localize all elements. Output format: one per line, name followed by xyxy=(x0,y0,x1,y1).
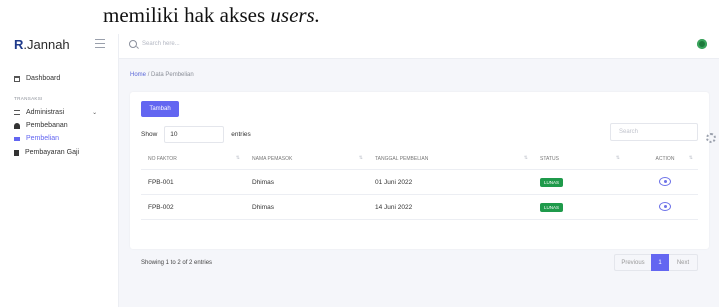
data-table: NO FAKTOR ⇅ NAMA PEMASOK ⇅ TANGGAL PEMBELI… xyxy=(141,148,698,220)
sidebar-item-label: Pembayaran Gaji xyxy=(25,149,80,156)
table-info: Showing 1 to 2 of 2 entries xyxy=(141,260,213,266)
sort-icon: ⇅ xyxy=(235,155,240,161)
cell-status: LUNAS xyxy=(533,194,625,220)
topbar: Search here... xyxy=(119,34,719,59)
cell-action xyxy=(625,169,698,195)
pagination: Previous 1 Next xyxy=(614,254,698,271)
data-card: Tambah Show 10 entries Search NO FAKTOR ⇅… xyxy=(130,92,709,271)
brand-initial: R xyxy=(14,37,24,52)
breadcrumb: Home / Data Pembelian xyxy=(130,72,194,78)
sidebar-item-dashboard[interactable]: Dashboard xyxy=(14,75,60,82)
cell-action xyxy=(625,194,698,220)
page-length-control: Show 10 entries xyxy=(141,126,251,143)
search-input[interactable]: Search here... xyxy=(129,40,180,48)
page-length-select[interactable]: 10 xyxy=(164,126,225,143)
brand-logo[interactable]: R.Jannah xyxy=(14,37,70,52)
column-header-status[interactable]: STATUS ⇅ xyxy=(533,148,625,170)
list-icon xyxy=(14,110,20,115)
sidebar: R.Jannah Dashboard TRANSAKSI Administras… xyxy=(0,34,119,307)
sidebar-item-label: Dashboard xyxy=(26,75,61,82)
sidebar-item-pembebanan[interactable]: Pembebanan xyxy=(14,122,68,129)
page-1-button[interactable]: 1 xyxy=(651,254,669,271)
sidebar-item-pembayaran-gaji[interactable]: Pembayaran Gaji xyxy=(14,149,79,156)
sidebar-section-title: TRANSAKSI xyxy=(14,96,43,101)
column-header-action[interactable]: ACTION ⇅ xyxy=(625,148,698,170)
brand-name: .Jannah xyxy=(23,37,70,52)
next-button[interactable]: Next xyxy=(669,254,698,271)
sort-icon: ⇅ xyxy=(523,155,528,161)
caption-text: memiliki hak akses xyxy=(103,3,271,27)
breadcrumb-current: Data Pembelian xyxy=(151,72,194,78)
status-badge: LUNAS xyxy=(540,177,564,187)
sidebar-item-label: Pembelian xyxy=(26,135,60,142)
sidebar-item-label: Pembebanan xyxy=(26,122,68,129)
sidebar-item-pembelian[interactable]: Pembelian xyxy=(14,135,59,142)
entries-label: entries xyxy=(231,131,251,138)
view-eye-icon[interactable] xyxy=(659,201,671,211)
app-screenshot: R.Jannah Dashboard TRANSAKSI Administras… xyxy=(0,34,719,307)
caption-italic: users. xyxy=(270,3,320,27)
previous-button[interactable]: Previous xyxy=(614,254,651,271)
document-caption: memiliki hak akses users. xyxy=(103,3,320,28)
menu-toggle-icon[interactable] xyxy=(95,39,105,48)
table-search-input[interactable]: Search xyxy=(610,123,698,141)
sort-icon: ⇅ xyxy=(688,155,693,161)
table-header-row: NO FAKTOR ⇅ NAMA PEMASOK ⇅ TANGGAL PEMBELI… xyxy=(141,148,698,170)
view-eye-icon[interactable] xyxy=(659,176,671,186)
breadcrumb-separator: / xyxy=(147,72,150,78)
sidebar-item-administrasi[interactable]: Administrasi ⌄ xyxy=(14,109,97,116)
cell-no-faktor: FPB-002 xyxy=(141,194,245,220)
user-icon xyxy=(14,122,20,129)
file-icon xyxy=(14,149,19,156)
truck-icon xyxy=(14,136,20,141)
settings-gear-icon[interactable] xyxy=(706,133,716,143)
search-placeholder: Search here... xyxy=(142,41,180,47)
sort-icon: ⇅ xyxy=(615,155,620,161)
column-header-nama-pemasok[interactable]: NAMA PEMASOK ⇅ xyxy=(245,148,368,170)
table-row: FPB-001 Dhimas 01 Juni 2022 LUNAS xyxy=(141,169,698,195)
avatar[interactable] xyxy=(697,39,707,49)
cell-pemasok: Dhimas xyxy=(245,169,368,195)
chevron-down-icon: ⌄ xyxy=(92,110,98,116)
status-badge: LUNAS xyxy=(540,202,564,212)
cell-pemasok: Dhimas xyxy=(245,194,368,220)
sidebar-item-label: Administrasi xyxy=(26,109,65,116)
home-icon xyxy=(14,75,20,82)
show-label: Show xyxy=(141,131,158,138)
cell-tanggal: 01 Juni 2022 xyxy=(368,169,533,195)
column-header-no-faktor[interactable]: NO FAKTOR ⇅ xyxy=(141,148,245,170)
cell-status: LUNAS xyxy=(533,169,625,195)
search-icon xyxy=(129,40,137,48)
cell-tanggal: 14 Juni 2022 xyxy=(368,194,533,220)
column-header-tanggal[interactable]: TANGGAL PEMBELIAN ⇅ xyxy=(368,148,533,170)
cell-no-faktor: FPB-001 xyxy=(141,169,245,195)
breadcrumb-home[interactable]: Home xyxy=(130,72,146,78)
add-button[interactable]: Tambah xyxy=(141,101,179,117)
table-row: FPB-002 Dhimas 14 Juni 2022 LUNAS xyxy=(141,194,698,220)
sort-icon: ⇅ xyxy=(358,155,363,161)
